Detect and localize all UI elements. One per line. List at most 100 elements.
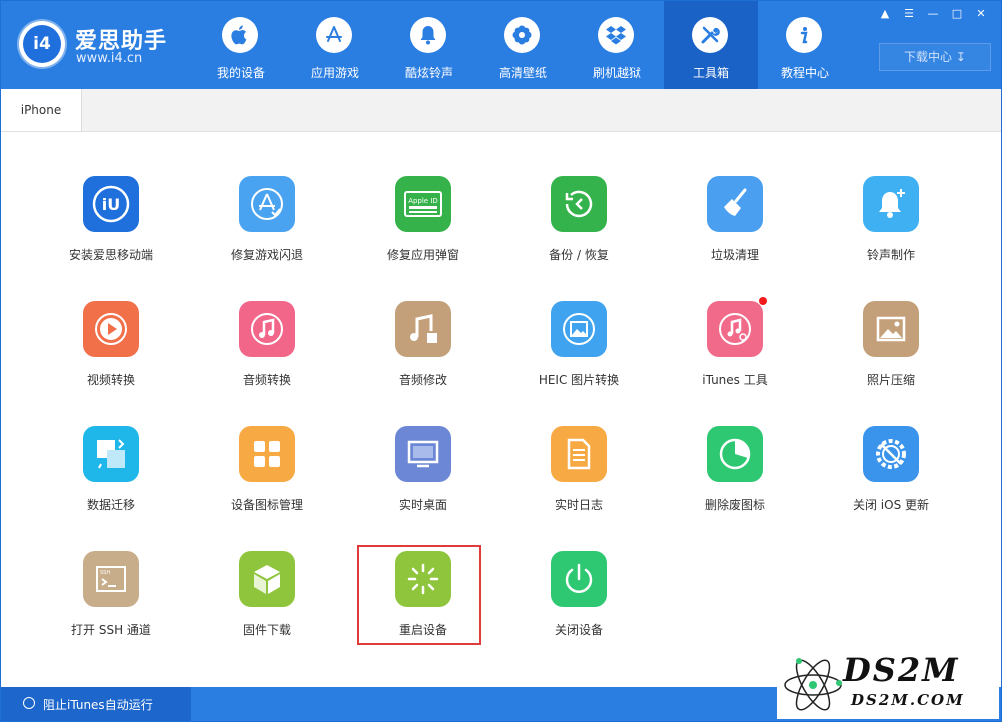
tool-label: 实时日志 <box>554 498 603 512</box>
cube-icon <box>239 551 295 607</box>
tool-audio-edit[interactable]: 音频修改 <box>345 301 501 411</box>
music-edit-icon <box>395 301 451 357</box>
monitor-icon <box>395 426 451 482</box>
tool-audio-convert[interactable]: 音频转换 <box>189 301 345 411</box>
tool-label: HEIC 图片转换 <box>538 373 620 387</box>
brand-url: www.i4.cn <box>76 51 143 66</box>
tool-label: 照片压缩 <box>866 373 915 387</box>
tool-label: 固件下载 <box>242 623 291 637</box>
block-itunes-toggle[interactable]: 阻止iTunes自动运行 <box>1 687 191 721</box>
download-icon: ↧ <box>955 50 966 64</box>
tool-label: 音频转换 <box>242 373 291 387</box>
tool-video-convert[interactable]: 视频转换 <box>33 301 189 411</box>
app-window: i4 爱思助手 www.i4.cn 我的设备 应用游戏 酷炫铃声 高清壁纸 刷机… <box>0 0 1002 722</box>
top-header: i4 爱思助手 www.i4.cn 我的设备 应用游戏 酷炫铃声 高清壁纸 刷机… <box>1 1 1001 89</box>
tool-firmware-download[interactable]: 固件下载 <box>189 551 345 661</box>
window-controls: ▲ ☰ — □ ✕ <box>875 6 991 22</box>
nav-my-device[interactable]: 我的设备 <box>194 1 288 89</box>
broom-icon <box>707 176 763 232</box>
tool-photo-compress[interactable]: 照片压缩 <box>813 301 969 411</box>
nav-label: 刷机越狱 <box>592 66 641 80</box>
photo-icon <box>863 301 919 357</box>
tool-delete-icons[interactable]: 删除废图标 <box>657 426 813 536</box>
music-note-icon <box>239 301 295 357</box>
tool-label: 铃声制作 <box>866 248 915 262</box>
appstore-fix-icon <box>239 176 295 232</box>
tool-data-migrate[interactable]: 数据迁移 <box>33 426 189 536</box>
minimize-icon[interactable]: — <box>923 6 943 22</box>
apple-id-icon: Apple ID <box>395 176 451 232</box>
close-icon[interactable]: ✕ <box>971 6 991 22</box>
tool-label: 垃圾清理 <box>710 248 759 262</box>
terminal-icon: SSH <box>83 551 139 607</box>
nav-flash-jailbreak[interactable]: 刷机越狱 <box>570 1 664 89</box>
tool-icon-manage[interactable]: 设备图标管理 <box>189 426 345 536</box>
tool-disable-ios-update[interactable]: 关闭 iOS 更新 <box>813 426 969 536</box>
tool-label: 数据迁移 <box>86 498 135 512</box>
tool-fix-app-popup[interactable]: Apple ID 修复应用弹窗 <box>345 176 501 286</box>
block-itunes-label: 阻止iTunes自动运行 <box>43 698 153 712</box>
download-center-button[interactable]: 下载中心 ↧ <box>879 43 991 71</box>
nav-tutorials[interactable]: 教程中心 <box>758 1 852 89</box>
tool-shutdown-device[interactable]: 关闭设备 <box>501 551 657 661</box>
nav-label: 工具箱 <box>692 66 729 80</box>
tool-label: 删除废图标 <box>704 498 765 512</box>
itunes-icon <box>707 301 763 357</box>
tool-label: iTunes 工具 <box>702 373 768 387</box>
tool-open-ssh[interactable]: SSH 打开 SSH 通道 <box>33 551 189 661</box>
bell-icon <box>410 17 446 53</box>
gear-off-icon <box>863 426 919 482</box>
tool-install-i4-mobile[interactable]: iU 安装爱思移动端 <box>33 176 189 286</box>
nav-label: 我的设备 <box>216 66 265 80</box>
heic-image-icon <box>551 301 607 357</box>
device-tab-bar: iPhone <box>1 89 1001 132</box>
tool-label: 修复应用弹窗 <box>386 248 459 262</box>
tool-label: 打开 SSH 通道 <box>71 623 151 637</box>
nav-toolbox[interactable]: 工具箱 <box>664 1 758 89</box>
tool-label: 音频修改 <box>398 373 447 387</box>
tool-ringtone-maker[interactable]: 铃声制作 <box>813 176 969 286</box>
i4-logo: i4 <box>19 21 65 67</box>
icon-grid-icon <box>239 426 295 482</box>
tools-icon <box>692 17 728 53</box>
dropbox-icon <box>598 17 634 53</box>
tool-fix-game-crash[interactable]: 修复游戏闪退 <box>189 176 345 286</box>
apple-icon <box>222 17 258 53</box>
appstore-icon <box>316 17 352 53</box>
tool-label: 设备图标管理 <box>230 498 303 512</box>
tool-label: 视频转换 <box>86 373 135 387</box>
nav-label: 酷炫铃声 <box>404 66 453 80</box>
skin-icon[interactable]: ▲ <box>875 6 895 22</box>
tool-live-log[interactable]: 实时日志 <box>501 426 657 536</box>
restart-spinner-icon <box>395 551 451 607</box>
tool-label: 安装爱思移动端 <box>68 248 153 262</box>
nav-wallpapers[interactable]: 高清壁纸 <box>476 1 570 89</box>
video-play-icon <box>83 301 139 357</box>
watermark: DS2M DS2M.COM <box>777 649 999 719</box>
tool-itunes[interactable]: iTunes 工具 <box>657 297 813 411</box>
nav-ringtones[interactable]: 酷炫铃声 <box>382 1 476 89</box>
tool-live-desktop[interactable]: 实时桌面 <box>345 426 501 536</box>
radio-icon <box>23 697 35 709</box>
tool-heic-convert[interactable]: HEIC 图片转换 <box>501 301 657 411</box>
nav-apps-games[interactable]: 应用游戏 <box>288 1 382 89</box>
tool-junk-clean[interactable]: 垃圾清理 <box>657 176 813 286</box>
backup-restore-icon <box>551 176 607 232</box>
tab-iphone[interactable]: iPhone <box>1 89 82 131</box>
bell-plus-icon <box>863 176 919 232</box>
maximize-icon[interactable]: □ <box>947 6 967 22</box>
logo-mark: i4 <box>23 25 61 63</box>
pie-icon <box>707 426 763 482</box>
i4-logo-icon: iU <box>83 176 139 232</box>
power-icon <box>551 551 607 607</box>
menu-icon[interactable]: ☰ <box>899 6 919 22</box>
tool-label: 备份 / 恢复 <box>549 248 609 262</box>
atom-logo-icon <box>784 658 842 711</box>
svg-text:iU: iU <box>102 195 120 214</box>
tool-backup-restore[interactable]: 备份 / 恢复 <box>501 176 657 286</box>
tool-label: 重启设备 <box>398 623 447 637</box>
tool-restart-device[interactable]: 重启设备 <box>345 551 501 661</box>
nav-label: 高清壁纸 <box>498 66 547 80</box>
main-nav: 我的设备 应用游戏 酷炫铃声 高清壁纸 刷机越狱 工具箱 教程中心 <box>194 1 852 89</box>
document-icon <box>551 426 607 482</box>
